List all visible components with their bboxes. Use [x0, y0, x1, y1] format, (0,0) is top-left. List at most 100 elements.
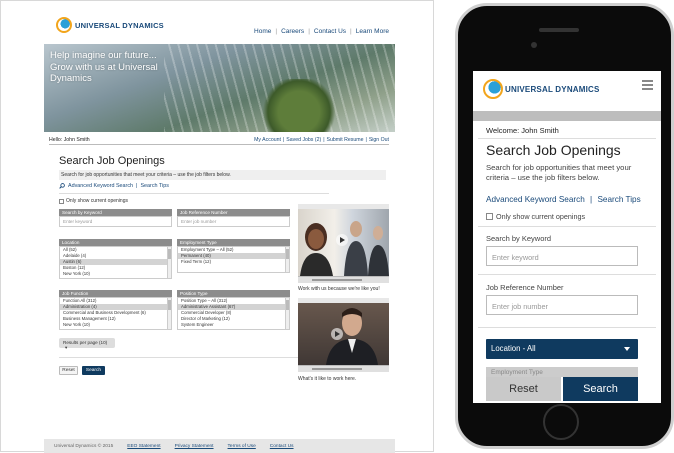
- employment-list[interactable]: Employment Type – All (52) Permanent (40…: [177, 246, 290, 273]
- search-tips-link[interactable]: Search Tips: [140, 183, 168, 189]
- scrollbar[interactable]: [285, 298, 289, 329]
- camera-icon: [531, 42, 537, 48]
- play-icon[interactable]: [331, 328, 343, 340]
- submit-resume-link[interactable]: Submit Resume: [327, 137, 364, 143]
- top-nav: Home | Careers | Contact Us | Learn More: [254, 28, 389, 35]
- only-current-checkbox[interactable]: Only show current openings: [59, 198, 128, 204]
- welcome-user: Welcome: John Smith: [486, 126, 559, 135]
- only-current-checkbox[interactable]: Only show current openings: [486, 212, 585, 221]
- reference-label: Job Reference Number: [486, 283, 564, 292]
- mobile-logo[interactable]: UNIVERSAL DYNAMICS: [483, 79, 600, 99]
- video-controls[interactable]: [298, 276, 389, 283]
- field-label: Position Type: [177, 290, 290, 297]
- results-per-page-select[interactable]: Results per page (10) ▾: [59, 338, 115, 350]
- nav-home[interactable]: Home: [254, 28, 271, 35]
- speaker-grille: [539, 28, 579, 32]
- nav-contact[interactable]: Contact Us: [314, 28, 346, 35]
- logo-text: UNIVERSAL DYNAMICS: [505, 84, 600, 94]
- play-icon[interactable]: [336, 234, 348, 246]
- link-separator: |: [590, 195, 593, 204]
- reference-input[interactable]: Enter job number: [486, 295, 638, 315]
- position-field: Position Type Position Type – All (312) …: [177, 290, 290, 330]
- video-player-2[interactable]: [298, 298, 389, 372]
- hero-line: Grow with us at Universal: [50, 61, 158, 73]
- list-item[interactable]: New York (10): [60, 271, 171, 277]
- employment-dropdown[interactable]: Employment Type: [486, 367, 638, 377]
- video-caption: Work with us because we're like you!: [298, 286, 380, 292]
- desktop-page: UNIVERSAL DYNAMICS Home | Careers | Contac…: [44, 13, 395, 453]
- logo-text: UNIVERSAL DYNAMICS: [75, 20, 164, 30]
- desktop-logo[interactable]: UNIVERSAL DYNAMICS: [56, 17, 164, 33]
- account-links: My Account | Saved Jobs (2) | Submit Resum…: [254, 137, 389, 143]
- divider: [478, 274, 656, 275]
- field-label: Location: [59, 239, 172, 246]
- search-icon: [59, 183, 65, 189]
- location-dropdown[interactable]: Location - All: [486, 339, 638, 359]
- hello-user: Hello: John Smith: [49, 137, 90, 143]
- keyword-field: Search by Keyword Enter keyword: [59, 209, 172, 227]
- page-subtitle: Search for job opportunities that meet y…: [486, 163, 632, 182]
- advanced-search-link[interactable]: Advanced Keyword Search: [68, 183, 133, 189]
- keyword-label: Search by Keyword: [486, 234, 552, 243]
- video-controls[interactable]: [298, 365, 389, 372]
- saved-jobs-link[interactable]: Saved Jobs (2): [286, 137, 321, 143]
- hero-line: Help imagine our future...: [50, 50, 157, 61]
- nav-learn-more[interactable]: Learn More: [356, 28, 389, 35]
- reset-button[interactable]: Reset: [486, 377, 561, 401]
- location-list[interactable]: All (52) Adelaide (4) Austin (6) Boston …: [59, 246, 172, 279]
- results-per-page-label: Results per page (10): [63, 340, 108, 345]
- divider: [59, 357, 329, 358]
- list-item[interactable]: System Engineer: [178, 322, 289, 328]
- phone-screen: UNIVERSAL DYNAMICS Welcome: John Smith S…: [473, 71, 661, 403]
- mobile-header: UNIVERSAL DYNAMICS: [473, 71, 661, 111]
- divider: [478, 138, 656, 139]
- header-band: [473, 111, 661, 121]
- reset-button[interactable]: Reset: [59, 366, 78, 375]
- reference-field: Job Reference Number Enter job number: [177, 209, 290, 227]
- checkbox[interactable]: [486, 213, 493, 220]
- logo-swirl-icon: [483, 79, 503, 99]
- hamburger-menu-icon[interactable]: [642, 80, 653, 90]
- my-account-link[interactable]: My Account: [254, 137, 281, 143]
- search-tips-link[interactable]: Search Tips: [597, 195, 640, 204]
- footer-link-contact[interactable]: Contact Us: [270, 444, 294, 449]
- video-player-1[interactable]: [298, 204, 389, 283]
- hero-banner: Help imagine our future... Grow with us …: [44, 44, 395, 132]
- search-links: Advanced Keyword Search | Search Tips: [486, 195, 641, 204]
- checkbox-label: Only show current openings: [66, 198, 128, 204]
- scrollbar[interactable]: [167, 247, 171, 278]
- footer-link-privacy[interactable]: Privacy Statement: [175, 444, 214, 449]
- function-list[interactable]: Function All (312) Administration (4) Co…: [59, 297, 172, 330]
- checkbox[interactable]: [59, 198, 64, 204]
- home-button[interactable]: [543, 404, 579, 440]
- scrollbar[interactable]: [285, 247, 289, 272]
- desktop-mockup: UNIVERSAL DYNAMICS Home | Careers | Contac…: [0, 0, 434, 453]
- divider: [478, 226, 656, 227]
- video-caption: What's it like to work here.: [298, 376, 357, 382]
- keyword-input[interactable]: Enter keyword: [59, 216, 172, 227]
- position-list[interactable]: Position Type – All (312) Administrative…: [177, 297, 290, 330]
- footer-link-terms[interactable]: Terms of Use: [228, 444, 256, 449]
- footer-link-eeo[interactable]: EEO Statement: [127, 444, 160, 449]
- search-links: Advanced Keyword Search | Search Tips: [59, 183, 169, 189]
- list-item[interactable]: New York (10): [60, 322, 171, 328]
- page-title: Search Job Openings: [59, 155, 165, 167]
- page-title: Search Job Openings: [486, 142, 621, 158]
- divider: [49, 144, 389, 145]
- reference-input[interactable]: Enter job number: [177, 216, 290, 227]
- scrollbar[interactable]: [167, 298, 171, 329]
- search-button[interactable]: Search: [82, 366, 105, 375]
- nav-careers[interactable]: Careers: [281, 28, 304, 35]
- sign-out-link[interactable]: Sign Out: [369, 137, 389, 143]
- employment-field: Employment Type Employment Type – All (5…: [177, 239, 290, 273]
- field-label: Search by Keyword: [59, 209, 172, 216]
- divider: [59, 193, 329, 194]
- checkbox-label: Only show current openings: [496, 212, 586, 221]
- location-field: Location All (52) Adelaide (4) Austin (6…: [59, 239, 172, 279]
- list-item[interactable]: Fixed Term (12): [178, 259, 289, 265]
- keyword-input[interactable]: Enter keyword: [486, 246, 638, 266]
- advanced-search-link[interactable]: Advanced Keyword Search: [486, 195, 585, 204]
- search-button[interactable]: Search: [563, 377, 638, 401]
- video-thumbnail: [326, 308, 378, 365]
- logo-swirl-icon: [56, 17, 72, 33]
